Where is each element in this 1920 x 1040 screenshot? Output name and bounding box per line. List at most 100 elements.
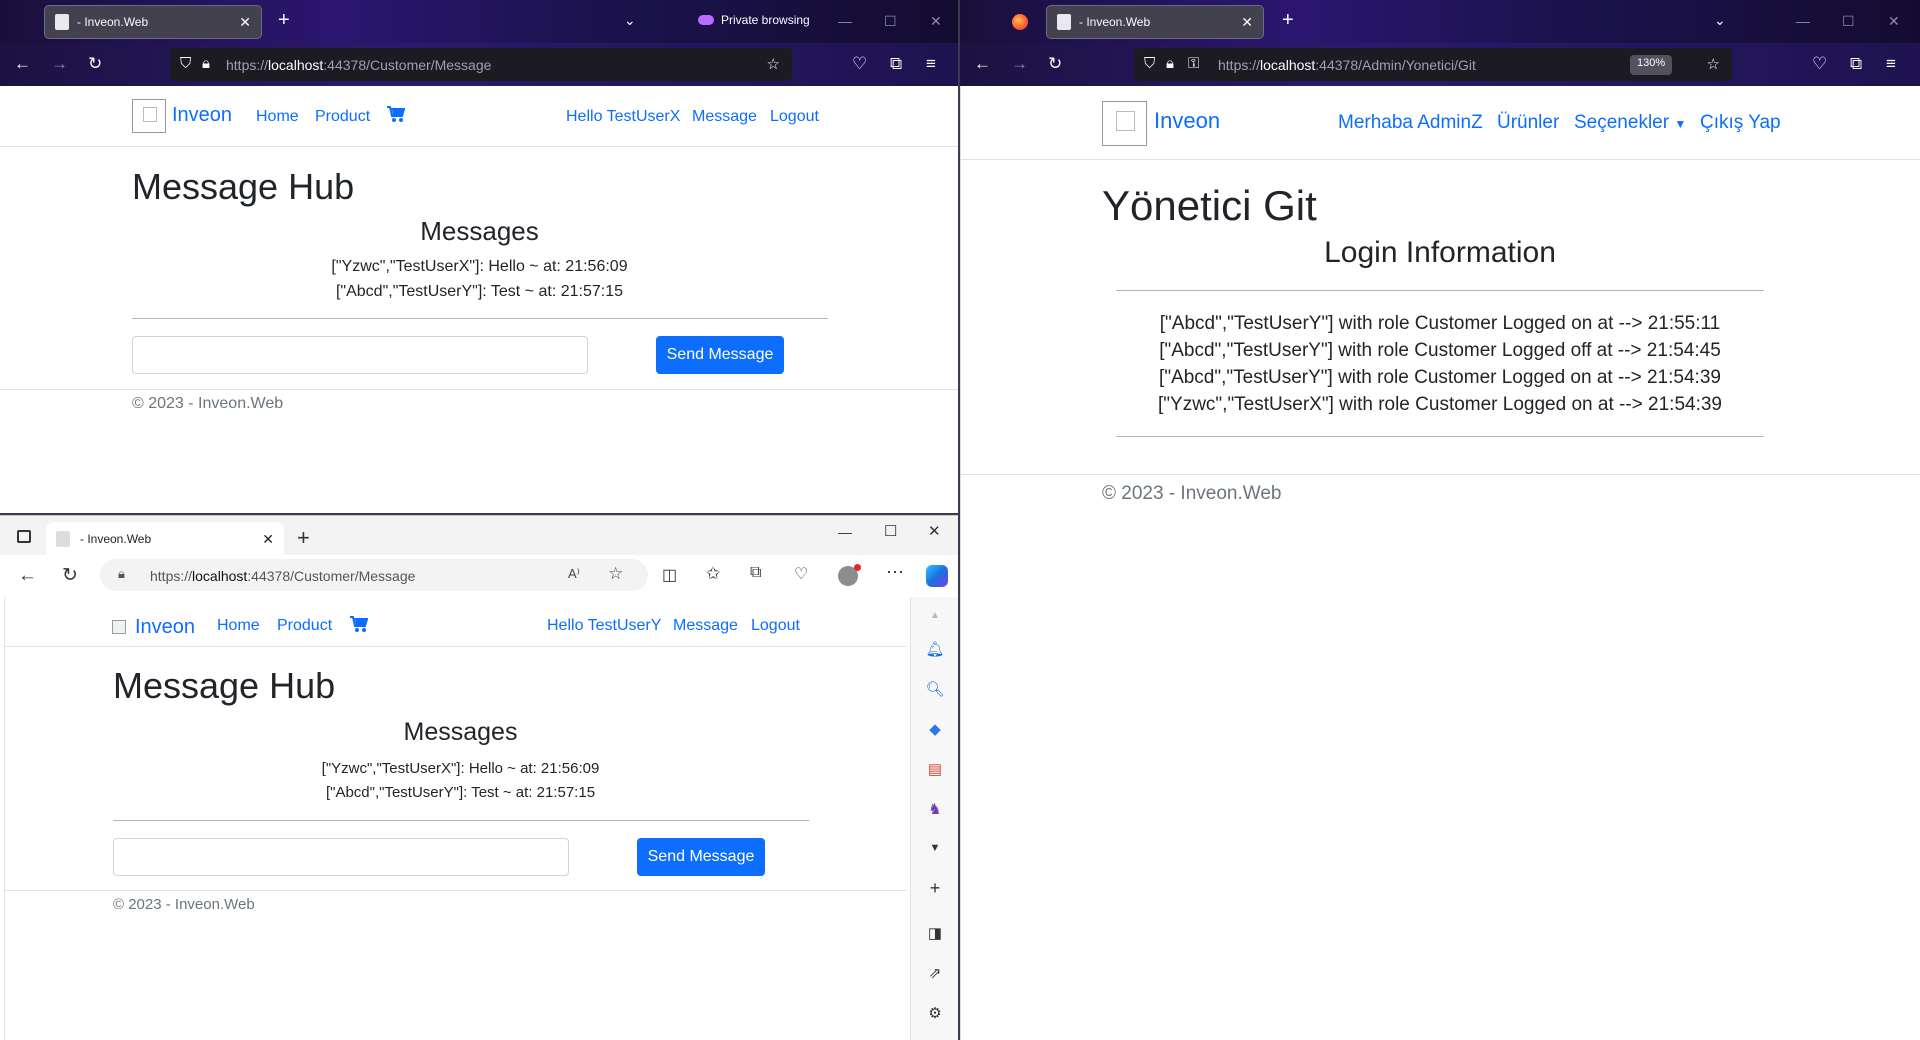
new-tab-icon[interactable]: + xyxy=(297,525,310,551)
brand-logo-image[interactable] xyxy=(132,99,166,133)
broken-image-icon[interactable] xyxy=(112,620,126,634)
tab-actions-icon[interactable] xyxy=(17,530,31,543)
more-options-icon[interactable]: ⋯ xyxy=(886,562,904,583)
pocket-icon[interactable]: ♡ xyxy=(1812,54,1827,74)
settings-gear-icon[interactable]: ⚙︎ xyxy=(924,1003,946,1025)
forward-icon[interactable]: → xyxy=(1011,54,1028,74)
lock-icon[interactable]: 🔒︎ xyxy=(202,55,210,72)
brand-link[interactable]: Inveon xyxy=(1154,108,1220,134)
close-window-icon[interactable]: ✕ xyxy=(1888,13,1900,30)
tools-icon[interactable]: ▤ xyxy=(924,759,946,781)
nav-hello-user-link[interactable]: Hello TestUserY xyxy=(547,617,661,635)
lock-icon[interactable]: 🔒︎ xyxy=(1166,55,1174,72)
nav-message-link[interactable]: Message xyxy=(673,617,738,635)
bookmark-star-icon[interactable]: ☆ xyxy=(767,55,780,73)
back-icon[interactable]: ← xyxy=(974,54,991,74)
minimize-icon[interactable]: — xyxy=(1796,13,1810,29)
shield-icon[interactable]: ⛉ xyxy=(180,55,191,72)
send-message-button[interactable]: Send Message xyxy=(637,838,765,876)
menu-icon[interactable]: ≡ xyxy=(926,54,936,74)
read-aloud-icon[interactable]: A⁾ xyxy=(568,566,580,582)
pocket-icon[interactable]: ♡ xyxy=(852,54,867,74)
split-screen-icon[interactable]: ◫ xyxy=(662,565,677,585)
external-link-icon[interactable]: ⇗ xyxy=(924,963,946,985)
menu-icon[interactable]: ≡ xyxy=(1886,54,1896,74)
shopping-tag-icon[interactable]: ◆ xyxy=(924,719,946,741)
cart-icon[interactable] xyxy=(349,616,369,638)
url-bar[interactable]: ⛉ 🔒︎ https://localhost:44378/Customer/Me… xyxy=(170,48,792,81)
url-bar[interactable]: 🔒︎ https://localhost:44378/Customer/Mess… xyxy=(100,559,648,591)
nav-home-link[interactable]: Home xyxy=(256,108,299,126)
tab-inveon-web[interactable]: - Inveon.Web ✕ xyxy=(44,5,262,39)
list-tabs-chevron-icon[interactable]: ⌄ xyxy=(624,12,636,29)
tab-bar: - Inveon.Web ✕ + — ☐ ✕ xyxy=(0,515,958,556)
close-tab-icon[interactable]: ✕ xyxy=(262,531,274,548)
message-input[interactable] xyxy=(132,336,588,374)
nav-products-link[interactable]: Ürünler xyxy=(1497,112,1559,134)
tab-inveon-web[interactable]: - Inveon.Web ✕ xyxy=(1046,5,1264,39)
add-sidebar-app-icon[interactable]: + xyxy=(924,877,946,899)
nav-home-link[interactable]: Home xyxy=(217,617,260,635)
maximize-icon[interactable]: ☐ xyxy=(884,13,897,30)
nav-message-link[interactable]: Message xyxy=(692,108,757,126)
copilot-icon[interactable] xyxy=(926,565,948,587)
favorites-icon[interactable]: ✩ xyxy=(706,564,720,584)
list-tabs-chevron-icon[interactable]: ⌄ xyxy=(1714,12,1726,29)
send-message-button[interactable]: Send Message xyxy=(656,336,784,374)
cart-icon[interactable] xyxy=(386,106,406,128)
lock-icon[interactable]: 🔒︎ xyxy=(118,566,125,582)
browser-essentials-icon[interactable]: ♡ xyxy=(794,564,808,584)
new-tab-icon[interactable]: + xyxy=(278,10,290,30)
brand-link[interactable]: Inveon xyxy=(135,616,195,639)
url-text[interactable]: https://localhost:44378/Customer/Message xyxy=(150,568,415,584)
hide-sidebar-icon[interactable]: ◨ xyxy=(924,923,946,945)
url-bar[interactable]: ⛉ 🔒︎ ⚿ https://localhost:44378/Admin/Yon… xyxy=(1134,48,1732,81)
page-icon xyxy=(56,531,70,547)
zoom-level-badge[interactable]: 130% xyxy=(1630,55,1673,75)
options-label: Seçenekler xyxy=(1574,112,1670,133)
forward-icon[interactable]: → xyxy=(51,54,68,74)
minimize-icon[interactable]: — xyxy=(838,524,852,540)
collections-icon[interactable]: ⧉ xyxy=(750,564,761,582)
nav-hello-admin-link[interactable]: Merhaba AdminZ xyxy=(1338,112,1483,134)
nav-product-link[interactable]: Product xyxy=(277,617,332,635)
close-window-icon[interactable]: ✕ xyxy=(928,522,941,540)
games-icon[interactable]: ♞ xyxy=(924,799,946,821)
close-tab-icon[interactable]: ✕ xyxy=(1241,14,1253,31)
nav-hello-user-link[interactable]: Hello TestUserX xyxy=(566,108,680,126)
new-tab-icon[interactable]: + xyxy=(1282,10,1294,30)
nav-logout-link[interactable]: Logout xyxy=(770,108,819,126)
nav-product-link[interactable]: Product xyxy=(315,108,370,126)
favorite-star-icon[interactable]: ☆ xyxy=(608,564,623,584)
brand-logo-image[interactable] xyxy=(1102,101,1147,146)
sidebar-scroll-up-icon[interactable]: ▲ xyxy=(924,605,946,627)
nav-options-dropdown[interactable]: Seçenekler ▼ xyxy=(1574,112,1686,134)
extensions-icon[interactable]: ⧉ xyxy=(890,54,902,74)
close-tab-icon[interactable]: ✕ xyxy=(239,14,251,31)
bell-icon[interactable]: 🔔︎ xyxy=(924,639,946,661)
reload-icon[interactable]: ↻ xyxy=(88,54,102,74)
url-text[interactable]: https://localhost:44378/Customer/Message xyxy=(226,57,491,73)
tab-inveon-web[interactable]: - Inveon.Web ✕ xyxy=(46,522,284,556)
maximize-icon[interactable]: ☐ xyxy=(884,522,897,540)
back-icon[interactable]: ← xyxy=(18,565,37,587)
search-icon[interactable]: 🔍︎ xyxy=(924,679,946,701)
nav-logout-link[interactable]: Logout xyxy=(751,617,800,635)
firefox-logo-icon xyxy=(1012,14,1028,30)
maximize-icon[interactable]: ☐ xyxy=(1842,13,1855,30)
bookmark-star-icon[interactable]: ☆ xyxy=(1707,55,1720,73)
footer-text: © 2023 - Inveon.Web xyxy=(1102,483,1282,504)
key-icon[interactable]: ⚿ xyxy=(1188,55,1199,72)
shield-icon[interactable]: ⛉ xyxy=(1144,55,1155,72)
brand-link[interactable]: Inveon xyxy=(172,104,232,127)
close-window-icon[interactable]: ✕ xyxy=(930,13,942,30)
extensions-icon[interactable]: ⧉ xyxy=(1850,54,1862,74)
reload-icon[interactable]: ↻ xyxy=(1048,54,1062,74)
sidebar-scroll-down-icon[interactable]: ▼ xyxy=(924,837,946,859)
url-text[interactable]: https://localhost:44378/Admin/Yonetici/G… xyxy=(1218,57,1476,73)
minimize-icon[interactable]: — xyxy=(838,13,852,29)
reload-icon[interactable]: ↻ xyxy=(62,564,78,587)
nav-logout-link[interactable]: Çıkış Yap xyxy=(1700,112,1781,134)
message-input[interactable] xyxy=(113,838,569,876)
back-icon[interactable]: ← xyxy=(14,54,31,74)
